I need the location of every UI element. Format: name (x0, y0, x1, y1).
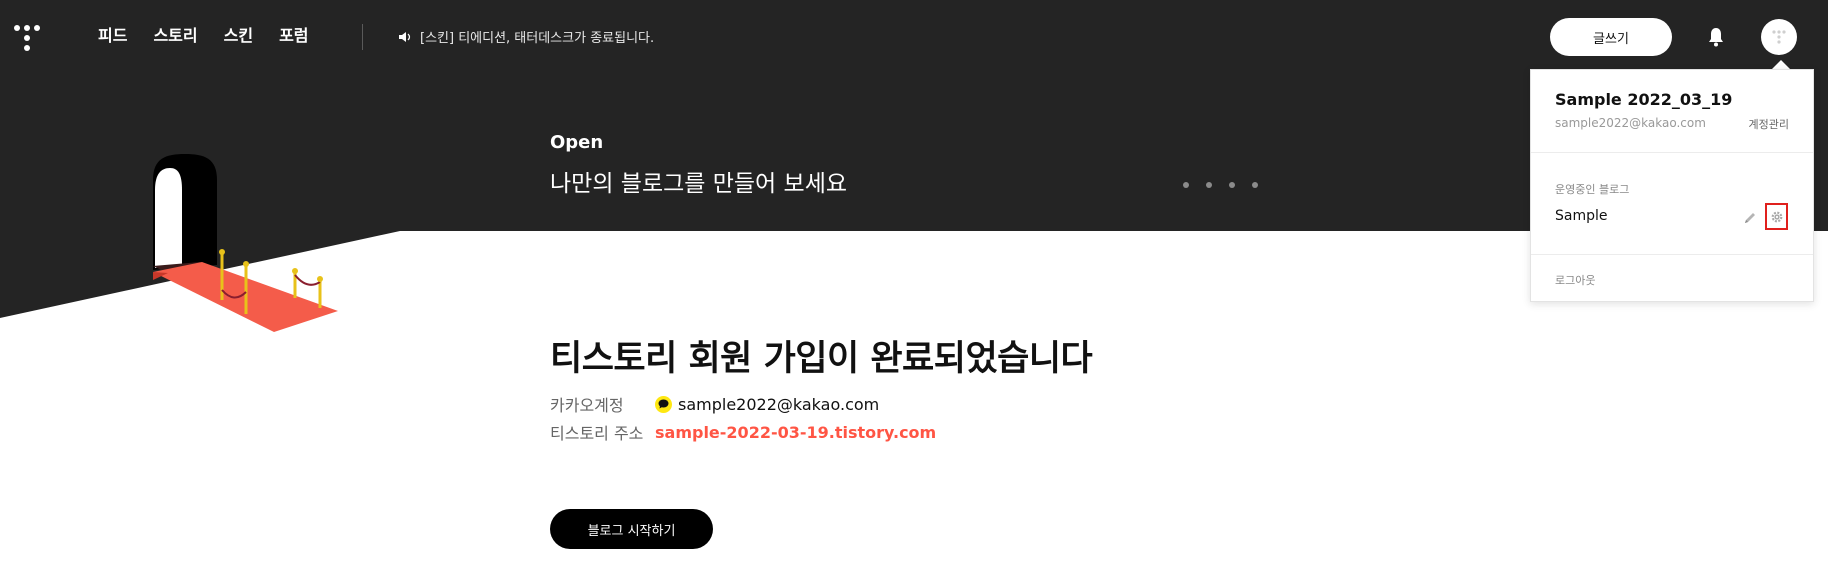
speaker-icon (399, 31, 411, 42)
kakao-account-value: sample2022@kakao.com (678, 394, 880, 414)
nav-divider (362, 24, 363, 50)
blog-address-label: 티스토리 주소 (550, 424, 644, 443)
dropdown-user-name: Sample 2022_03_19 (1555, 90, 1733, 109)
write-button[interactable]: 글쓰기 (1550, 18, 1672, 56)
account-manage-link[interactable]: 계정관리 (1749, 116, 1789, 132)
carousel-dot[interactable] (1183, 182, 1189, 188)
nav-item-feed[interactable]: 피드 (98, 22, 127, 46)
kakao-account-row: 카카오계정 sample2022@kakao.com (550, 392, 879, 416)
blog-settings-button[interactable] (1765, 203, 1788, 230)
profile-button[interactable] (1761, 19, 1797, 55)
hero-kicker: Open (550, 132, 604, 153)
nav-item-forum[interactable]: 포럼 (279, 22, 308, 46)
notice-banner[interactable]: [스킨] 티에디션, 태터데스크가 종료됩니다. (398, 27, 654, 46)
carousel-dot[interactable] (1252, 182, 1258, 188)
logout-link[interactable]: 로그아웃 (1555, 272, 1595, 288)
hero-carousel-dots (1183, 182, 1258, 188)
carousel-dot[interactable] (1229, 182, 1235, 188)
kakao-icon (655, 395, 672, 413)
main-nav: 피드 스토리 스킨 포럼 (98, 22, 309, 46)
nav-item-skin[interactable]: 스킨 (224, 22, 253, 46)
managed-blog-name[interactable]: Sample (1555, 208, 1608, 224)
bell-icon[interactable] (1704, 25, 1728, 49)
hero-title: 나만의 블로그를 만들어 보세요 (550, 171, 848, 197)
managed-blogs-heading: 운영중인 블로그 (1555, 183, 1630, 196)
notice-text: [스킨] 티에디션, 태터데스크가 종료됩니다. (420, 31, 655, 46)
gear-icon (1771, 211, 1782, 222)
blog-address-row: 티스토리 주소 sample-2022-03-19.tistory.com (550, 420, 936, 444)
start-blog-button[interactable]: 블로그 시작하기 (550, 509, 713, 549)
pencil-icon[interactable] (1743, 211, 1757, 225)
tistory-logo-icon[interactable] (10, 21, 44, 55)
page-title: 티스토리 회원 가입이 완료되었습니다 (550, 339, 1093, 379)
dropdown-divider (1531, 254, 1813, 255)
kakao-account-value-wrap: sample2022@kakao.com (655, 395, 879, 414)
carousel-dot[interactable] (1206, 182, 1212, 188)
dropdown-user-email: sample2022@kakao.com (1555, 116, 1706, 130)
dropdown-divider (1531, 152, 1813, 153)
nav-item-story[interactable]: 스토리 (153, 22, 197, 46)
red-carpet-illustration (153, 154, 338, 332)
kakao-account-label: 카카오계정 (550, 396, 624, 415)
blog-address-link[interactable]: sample-2022-03-19.tistory.com (655, 423, 936, 442)
profile-icon (1772, 30, 1786, 44)
account-dropdown: Sample 2022_03_19 sample2022@kakao.com 계… (1530, 69, 1814, 302)
